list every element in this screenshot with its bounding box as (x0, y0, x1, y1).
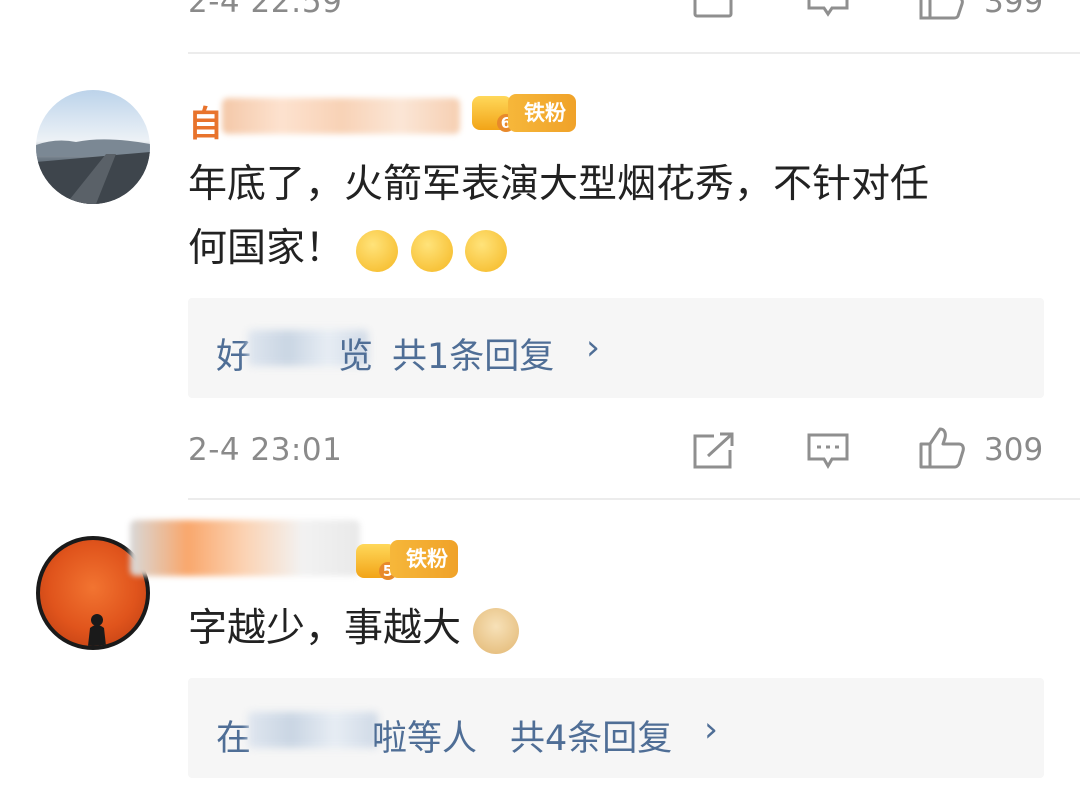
comment-text-line1: 年底了，火箭军表演大型烟花秀，不针对任 (188, 162, 930, 207)
chevron-right-icon[interactable]: › (704, 710, 718, 750)
laugh-cry-emoji-icon (465, 229, 508, 272)
username-redacted (222, 98, 460, 134)
share-icon[interactable] (692, 432, 736, 470)
share-icon[interactable] (692, 0, 736, 20)
user-avatar[interactable] (36, 90, 150, 204)
reply-author-start[interactable]: 好 (216, 328, 251, 379)
reply-author-start[interactable]: 在 (216, 710, 251, 761)
divider (188, 498, 1080, 500)
reply-author-end[interactable]: 览 (338, 328, 373, 379)
laugh-cry-emoji-icon (356, 229, 399, 272)
laugh-cry-emoji-icon (410, 229, 453, 272)
landscape-avatar (36, 139, 150, 204)
reply-summary[interactable]: 共4条回复 (510, 710, 672, 761)
prev-comment-time: 2-4 22:59 (188, 0, 343, 20)
comment-icon[interactable] (806, 432, 850, 470)
fan-badge[interactable]: 铁粉 (508, 94, 576, 132)
doge-emoji-icon (473, 607, 520, 654)
comment-icon[interactable] (806, 0, 850, 20)
comment-text-content: 字越少，事越大 (188, 606, 462, 651)
divider (188, 52, 1080, 54)
chevron-right-icon[interactable]: › (586, 328, 600, 368)
reply-summary[interactable]: 共1条回复 (392, 328, 554, 379)
reply-author-end[interactable]: 啦等人 (372, 710, 477, 761)
comment-time: 2-4 23:01 (188, 432, 343, 468)
comment-text-line2: 何国家！ (188, 220, 508, 278)
prev-like-count: 399 (984, 0, 1044, 20)
like-count: 309 (984, 432, 1044, 468)
username[interactable]: 自 (188, 96, 223, 147)
like-icon[interactable] (918, 0, 966, 20)
comment-text-line2-text: 何国家！ (188, 226, 345, 271)
like-icon[interactable] (918, 426, 966, 470)
comment-text: 字越少，事越大 (188, 600, 520, 658)
reply-author-redacted (248, 712, 378, 748)
username-redacted (130, 520, 360, 576)
fan-badge[interactable]: 铁粉 (390, 540, 458, 578)
